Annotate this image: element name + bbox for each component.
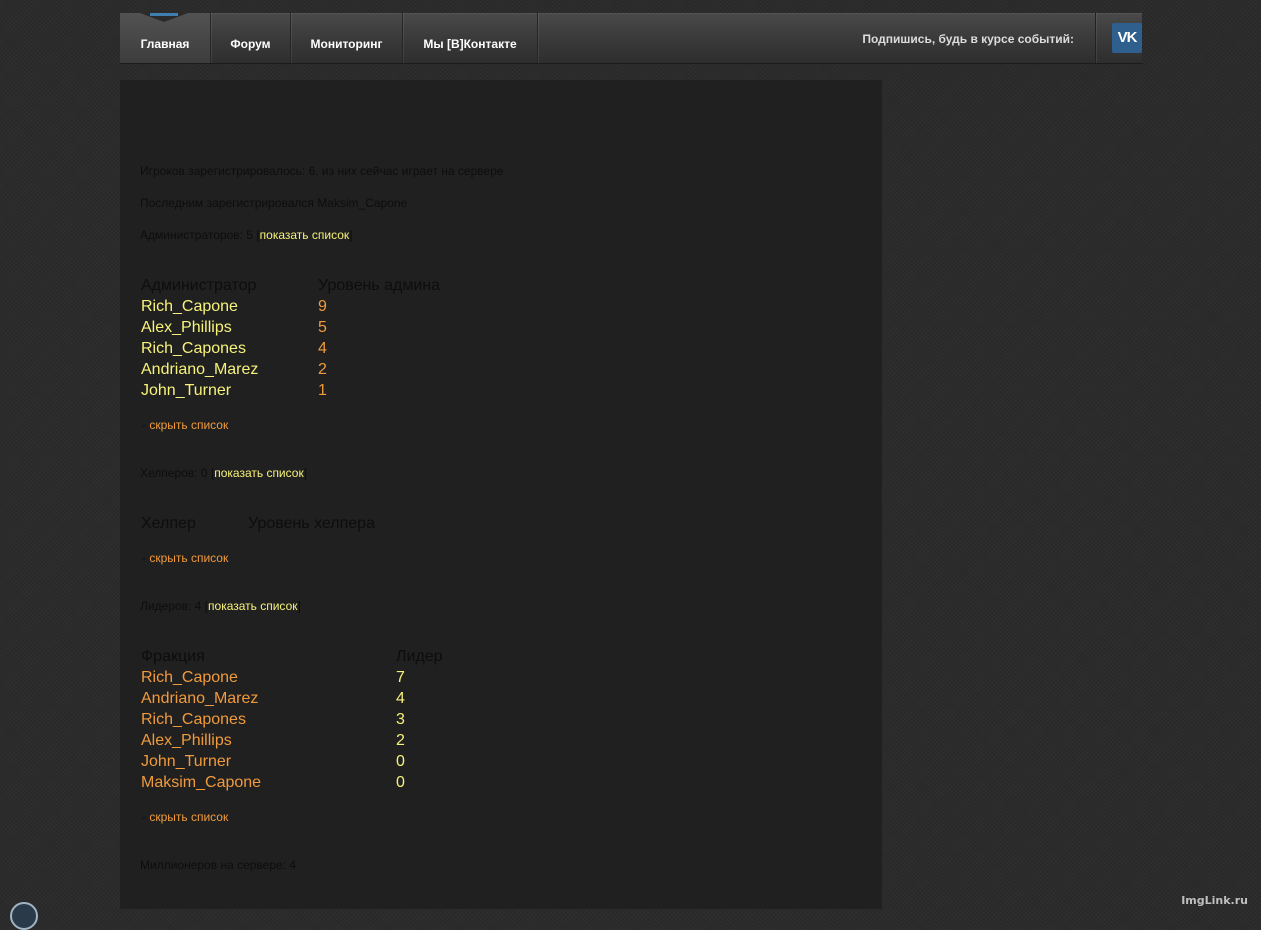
top-navigation: Главная Форум Мониторинг Мы [В]Контакте …: [120, 13, 1142, 64]
bracket-close: ]: [303, 466, 308, 480]
dash: -: [142, 418, 146, 432]
admin-name: Alex_Phillips: [141, 319, 232, 336]
registered-players-text: Игроков зарегистрировалось: 6, из них се…: [140, 164, 504, 178]
helpers-header-name: Хелпер: [141, 515, 196, 532]
main-content: Игроков зарегистрировалось: 6, из них се…: [120, 80, 882, 909]
leaders-count-line: Лидеров: 4 [показать список]: [140, 599, 301, 613]
leaders-count-label: Лидеров: 4: [140, 599, 202, 613]
leader-value: 0: [396, 774, 405, 791]
hide-admins-list-link[interactable]: - скрыть список: [142, 418, 228, 432]
hide-list-label: скрыть список: [149, 551, 229, 565]
admins-header-name: Администратор: [141, 277, 257, 294]
show-admins-list-link[interactable]: показать список: [260, 228, 349, 242]
leader-value: 4: [396, 690, 405, 707]
nav-item-label: Главная: [140, 37, 190, 51]
leader-value: 2: [396, 732, 405, 749]
helpers-header-level: Уровень хелпера: [248, 515, 375, 532]
admin-level: 5: [318, 319, 327, 336]
leader-name: Andriano_Marez: [141, 690, 259, 707]
dash: -: [142, 810, 146, 824]
hide-list-label: скрыть список: [149, 418, 229, 432]
nav-item-label: Мониторинг: [310, 37, 383, 51]
nav-item-home[interactable]: Главная: [120, 13, 211, 63]
dash: -: [142, 551, 146, 565]
admins-count-label: Администраторов: 5: [140, 228, 253, 242]
nav-divider: [1095, 13, 1096, 63]
leader-name: John_Turner: [141, 753, 232, 770]
nav-item-label: Форум: [230, 37, 271, 51]
subscribe-text: Подпишись, будь в курсе событий:: [862, 32, 1074, 46]
leaders-header-faction: Фракция: [141, 648, 205, 665]
leader-name: Alex_Phillips: [141, 732, 232, 749]
admin-name: Rich_Capones: [141, 340, 246, 357]
leader-name: Maksim_Capone: [141, 774, 262, 791]
admin-level: 9: [318, 298, 327, 315]
leader-name: Rich_Capones: [141, 711, 246, 728]
helpers-count-label: Хелперов: 0: [140, 466, 208, 480]
watermark: ImgLink.ru: [1181, 894, 1248, 907]
nav-item-forum[interactable]: Форум: [211, 13, 291, 63]
leader-value: 3: [396, 711, 405, 728]
hide-leaders-list-link[interactable]: - скрыть список: [142, 810, 228, 824]
admins-count-line: Администраторов: 5 [показать список]: [140, 228, 352, 242]
helpers-count-line: Хелперов: 0 [показать список]: [140, 466, 307, 480]
admin-name: Rich_Capone: [141, 298, 238, 315]
hide-helpers-list-link[interactable]: - скрыть список: [142, 551, 228, 565]
leader-name: Rich_Capone: [141, 669, 238, 686]
admin-name: John_Turner: [141, 382, 232, 399]
corner-badge-icon[interactable]: [10, 902, 38, 930]
active-marker-accent: [150, 13, 178, 16]
admin-level: 1: [318, 382, 327, 399]
bracket-close: ]: [297, 599, 301, 613]
millionaires-text: Миллионеров на сервере: 4: [140, 858, 297, 872]
leaders-header-leader: Лидер: [396, 648, 443, 665]
admin-level: 4: [318, 340, 327, 357]
hide-list-label: скрыть список: [149, 810, 229, 824]
show-helpers-list-link[interactable]: показать список: [214, 466, 303, 480]
nav-item-label: Мы [В]Контакте: [423, 37, 517, 51]
nav-item-vkontakte[interactable]: Мы [В]Контакте: [403, 13, 538, 63]
show-leaders-list-link[interactable]: показать список: [208, 599, 297, 613]
nav-item-monitoring[interactable]: Мониторинг: [291, 13, 403, 63]
admin-name: Andriano_Marez: [141, 361, 259, 378]
vk-icon[interactable]: VK: [1112, 23, 1142, 53]
bracket-close: ]: [349, 228, 353, 242]
admins-header-level: Уровень админа: [318, 277, 440, 294]
leader-value: 7: [396, 669, 405, 686]
last-registered-text: Последним зарегистрировался Maksim_Capon…: [140, 196, 408, 210]
admin-level: 2: [318, 361, 327, 378]
leader-value: 0: [396, 753, 405, 770]
